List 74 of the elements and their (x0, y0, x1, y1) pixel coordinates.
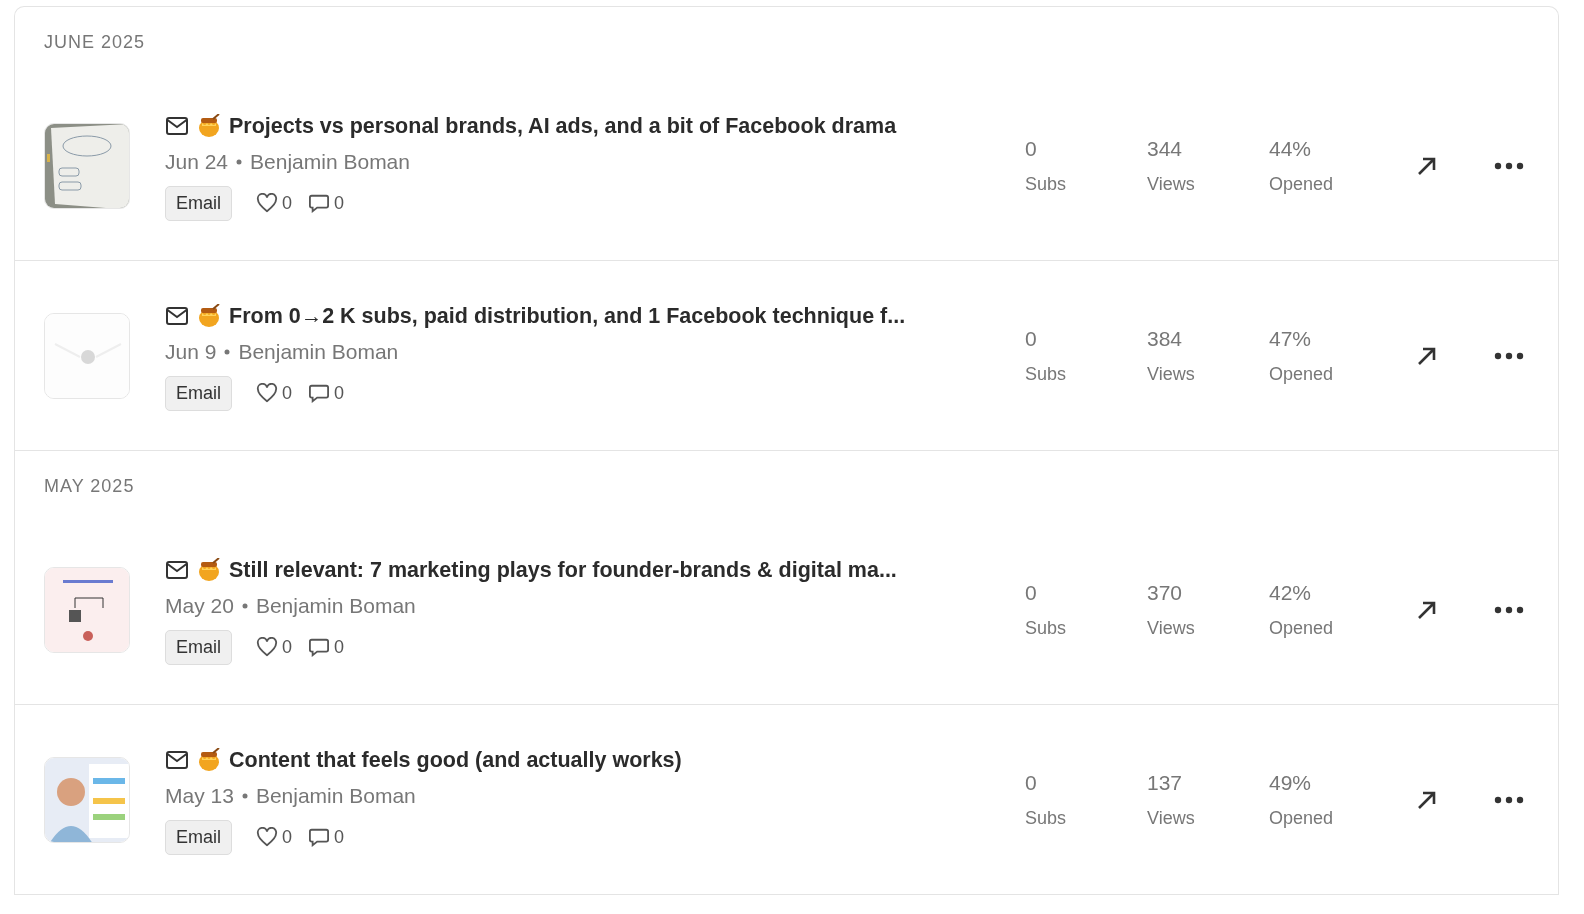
stat-label: Subs (1025, 172, 1068, 196)
stat-label: Opened (1269, 172, 1335, 196)
comment-count: 0 (334, 825, 345, 849)
comment-icon[interactable] (308, 637, 331, 658)
stat-value: 384 (1147, 326, 1184, 353)
envelope-icon (165, 116, 189, 137)
stat-value: 0 (1025, 770, 1038, 797)
stat-label: Views (1147, 172, 1196, 196)
heart-icon[interactable] (256, 383, 278, 404)
email-tag: Email (165, 375, 232, 411)
stat-value: 49% (1269, 770, 1313, 797)
author-name: Benjamin Boman (255, 593, 416, 620)
separator-dot-icon (224, 349, 231, 356)
stat-value: 0 (1025, 326, 1038, 353)
more-icon[interactable] (1494, 605, 1524, 614)
like-count: 0 (282, 381, 293, 405)
post-date: Jun 24 (165, 149, 229, 176)
stat-label: Views (1147, 362, 1196, 386)
comment-count: 0 (334, 381, 345, 405)
heart-icon[interactable] (256, 827, 278, 848)
separator-dot-icon (241, 793, 248, 800)
like-count: 0 (282, 635, 293, 659)
stat-label: Subs (1025, 806, 1068, 830)
separator-dot-icon (236, 159, 243, 166)
like-count: 0 (282, 191, 293, 215)
comment-icon[interactable] (308, 827, 331, 848)
comment-count: 0 (334, 191, 345, 215)
post-date: May 13 (165, 783, 234, 810)
honey-pot-icon (197, 748, 221, 773)
more-icon[interactable] (1494, 795, 1524, 804)
stat-value: 44% (1269, 136, 1313, 163)
stat-label: Opened (1269, 616, 1335, 640)
stat-label: Subs (1025, 362, 1068, 386)
section-heading: MAY 2025 (43, 475, 136, 498)
comment-count: 0 (334, 635, 345, 659)
author-name: Benjamin Boman (255, 783, 416, 810)
honey-pot-icon (197, 114, 221, 139)
email-tag: Email (165, 185, 232, 221)
comment-icon[interactable] (308, 193, 331, 214)
stat-value: 344 (1147, 136, 1184, 163)
more-icon[interactable] (1494, 351, 1524, 360)
post-title[interactable]: Projects vs personal brands, AI ads, and a bit of Facebook drama (229, 110, 897, 143)
email-tag: Email (165, 629, 232, 665)
post-title[interactable]: From 0→2 K subs, paid distribution, and 1 Facebook technique f... (229, 300, 906, 333)
post-title[interactable]: Still relevant: 7 marketing plays for founder-brands & digital ma... (229, 554, 897, 587)
stat-label: Opened (1269, 806, 1335, 830)
stat-label: Views (1147, 806, 1196, 830)
stat-value: 42% (1269, 580, 1313, 607)
post-date: Jun 9 (165, 339, 217, 366)
honey-pot-icon (197, 558, 221, 583)
heart-icon[interactable] (256, 193, 278, 214)
stat-value: 0 (1025, 580, 1038, 607)
more-icon[interactable] (1494, 161, 1524, 170)
stat-value: 137 (1147, 770, 1184, 797)
stat-value: 370 (1147, 580, 1184, 607)
envelope-icon (165, 306, 189, 327)
stat-value: 0 (1025, 136, 1038, 163)
heart-icon[interactable] (256, 637, 278, 658)
stat-value: 47% (1269, 326, 1313, 353)
author-name: Benjamin Boman (250, 149, 410, 176)
comment-icon[interactable] (308, 383, 331, 404)
section-heading: JUNE 2025 (43, 31, 147, 54)
email-tag: Email (165, 819, 232, 855)
post-date: May 20 (165, 593, 234, 620)
post-title[interactable]: Content that feels good (and actually works) (229, 744, 682, 777)
stat-label: Views (1147, 616, 1196, 640)
envelope-icon (165, 750, 189, 771)
stat-label: Opened (1269, 362, 1335, 386)
stat-label: Subs (1025, 616, 1068, 640)
honey-pot-icon (197, 304, 221, 329)
author-name: Benjamin Boman (238, 339, 399, 366)
envelope-icon (165, 560, 189, 581)
separator-dot-icon (241, 603, 248, 610)
like-count: 0 (282, 825, 293, 849)
